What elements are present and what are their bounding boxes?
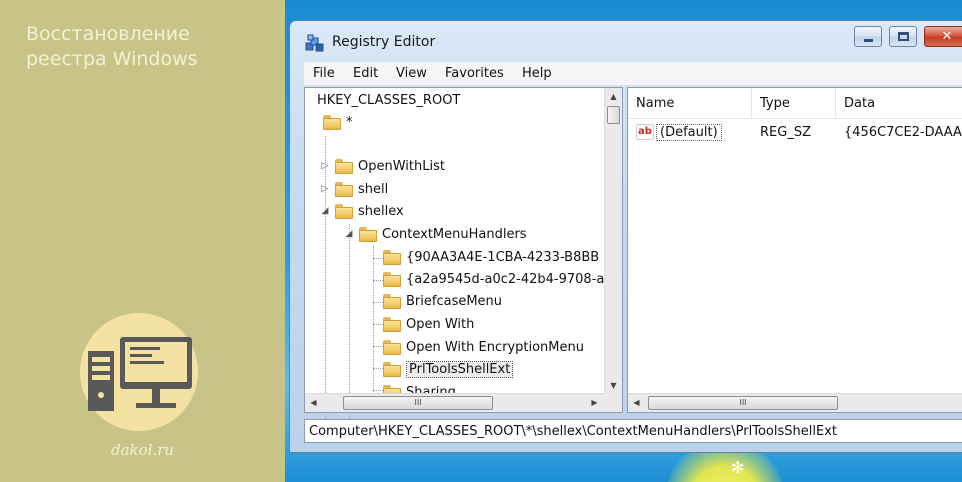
string-value-icon: ab xyxy=(636,124,654,140)
tree-connector xyxy=(373,368,383,369)
wallpaper-flower-icon: ✻ xyxy=(731,458,745,477)
column-header-type[interactable]: Type xyxy=(752,88,836,118)
scroll-left-arrow-icon[interactable]: ◀ xyxy=(628,394,645,411)
tree-node[interactable]: ▷ OpenWithList xyxy=(319,155,445,177)
tree-root-hkey-classes-root[interactable]: HKEY_CLASSES_ROOT xyxy=(317,93,460,108)
key-tree-pane[interactable]: HKEY_CLASSES_ROOT * ▷ OpenWithList ▷ she… xyxy=(304,87,623,421)
folder-icon xyxy=(383,293,401,309)
menu-favorites[interactable]: Favorites xyxy=(445,66,504,81)
promo-panel: Восстановление реестра Windows dakol.ru xyxy=(0,0,285,482)
status-bar-path: Computer\HKEY_CLASSES_ROOT\*\shellex\Con… xyxy=(304,419,962,443)
column-header-row: Name Type Data xyxy=(628,88,962,119)
folder-icon xyxy=(323,114,341,130)
tree-node-selected[interactable]: PrlToolsShellExt xyxy=(383,358,514,380)
tree-node[interactable]: {a2a9545d-a0c2-42b4-9708-a xyxy=(383,268,604,290)
desktop-computer-icon xyxy=(88,337,192,411)
site-name[interactable]: dakol.ru xyxy=(0,441,285,459)
tree-node-label: PrlToolsShellExt xyxy=(406,360,514,378)
expand-arrow-icon[interactable]: ▷ xyxy=(319,161,331,171)
folder-icon xyxy=(335,203,353,219)
folder-icon xyxy=(335,158,353,174)
menu-file[interactable]: File xyxy=(313,66,335,81)
menu-view[interactable]: View xyxy=(396,66,427,81)
tree-connector xyxy=(349,224,350,419)
menu-edit[interactable]: Edit xyxy=(353,66,378,81)
tree-node-label: BriefcaseMenu xyxy=(406,293,503,309)
tree-node-label: shellex xyxy=(358,203,404,219)
value-type: REG_SZ xyxy=(760,124,811,140)
value-data-cell: {456C7CE2-DAAA xyxy=(844,122,962,142)
tree-connector xyxy=(373,280,383,281)
scroll-thumb[interactable]: III xyxy=(648,396,838,410)
scroll-right-arrow-icon[interactable]: ▶ xyxy=(586,394,603,411)
value-data: {456C7CE2-DAAA xyxy=(844,124,962,140)
registry-editor-icon xyxy=(305,34,324,52)
values-list-pane[interactable]: Name Type Data ab (Default) REG_SZ {456C… xyxy=(627,87,962,413)
menu-help[interactable]: Help xyxy=(522,66,552,81)
tree-node-label: {a2a9545d-a0c2-42b4-9708-a xyxy=(406,271,605,287)
minimize-icon xyxy=(864,39,873,42)
folder-icon xyxy=(383,361,401,377)
values-horizontal-scrollbar[interactable]: ◀ III xyxy=(628,393,962,412)
title-bar[interactable]: Registry Editor ✕ xyxy=(290,21,962,61)
expand-arrow-icon[interactable]: ▷ xyxy=(319,184,331,194)
tree-node-label: shell xyxy=(358,181,389,197)
tree-node[interactable]: BriefcaseMenu xyxy=(383,290,502,312)
tree-node[interactable]: {90AA3A4E-1CBA-4233-B8BB xyxy=(383,246,599,268)
tree-node[interactable]: Open With xyxy=(383,313,474,335)
scroll-left-arrow-icon[interactable]: ◀ xyxy=(305,394,322,411)
tree-node[interactable]: ◢ ContextMenuHandlers xyxy=(343,223,527,245)
tree-node-label: Open With EncryptionMenu xyxy=(406,339,584,355)
tree-connector xyxy=(373,390,383,391)
folder-icon xyxy=(383,271,401,287)
window-title: Registry Editor xyxy=(332,34,436,50)
promo-title: Восстановление реестра Windows xyxy=(26,22,266,72)
tree-horizontal-scrollbar[interactable]: ◀ III ▶ xyxy=(305,393,604,412)
maximize-button[interactable] xyxy=(889,26,917,47)
tree-connector xyxy=(373,302,383,303)
promo-title-line-1: Восстановление xyxy=(26,23,190,45)
scroll-thumb[interactable] xyxy=(607,106,620,124)
column-header-name[interactable]: Name xyxy=(628,88,752,118)
tree-node-label: * xyxy=(346,114,353,130)
tree-node[interactable]: ◢ shellex xyxy=(319,200,404,222)
promo-title-line-2: реестра Windows xyxy=(26,48,198,70)
tree-node[interactable]: * xyxy=(307,111,353,133)
folder-icon xyxy=(335,181,353,197)
tree-connector xyxy=(373,346,383,347)
scroll-down-arrow-icon[interactable]: ▼ xyxy=(605,377,622,394)
tree-node-label: OpenWithList xyxy=(358,158,445,174)
tree-vertical-scrollbar[interactable]: ▲ ▼ xyxy=(604,88,622,394)
close-button[interactable]: ✕ xyxy=(924,26,962,47)
tree-node[interactable]: ▷ shell xyxy=(319,178,388,200)
column-header-data[interactable]: Data xyxy=(836,88,962,118)
tree-node-label: Open With xyxy=(406,316,475,332)
scroll-up-arrow-icon[interactable]: ▲ xyxy=(605,88,622,105)
value-type-cell: REG_SZ xyxy=(760,122,811,142)
close-icon: ✕ xyxy=(941,29,953,44)
menu-bar: File Edit View Favorites Help xyxy=(304,62,962,86)
scroll-thumb[interactable]: III xyxy=(343,396,493,410)
folder-icon xyxy=(383,339,401,355)
value-name: (Default) xyxy=(656,123,722,141)
tree-node-label: ContextMenuHandlers xyxy=(382,226,527,242)
folder-icon xyxy=(383,316,401,332)
minimize-button[interactable] xyxy=(854,26,882,47)
tree-connector xyxy=(373,258,383,259)
collapse-arrow-icon[interactable]: ◢ xyxy=(319,206,331,216)
folder-icon xyxy=(383,249,401,265)
tree-connector xyxy=(373,324,383,325)
tree-node-label: {90AA3A4E-1CBA-4233-B8BB xyxy=(406,249,600,265)
tree-node[interactable]: Open With EncryptionMenu xyxy=(383,336,584,358)
maximize-icon xyxy=(898,32,909,41)
registry-editor-window: Registry Editor ✕ File Edit View Favorit… xyxy=(289,20,962,453)
tree-connector xyxy=(373,246,374,396)
scroll-corner xyxy=(604,393,622,412)
folder-icon xyxy=(359,226,377,242)
collapse-arrow-icon[interactable]: ◢ xyxy=(343,229,355,239)
value-row[interactable]: ab (Default) xyxy=(636,122,722,142)
